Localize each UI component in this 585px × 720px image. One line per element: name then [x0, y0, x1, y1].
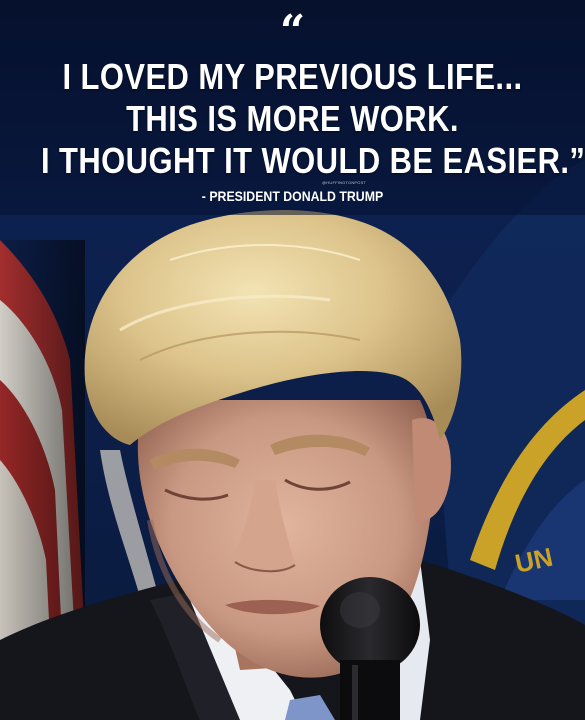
quote-image: UN “ I LOVED MY PREVIOUS LIFE... THIS IS…: [0, 0, 585, 720]
quote-line-3: I THOUGHT IT WOULD BE EASIER.”: [40, 140, 585, 181]
quote-line-2: THIS IS MORE WORK.: [126, 98, 459, 139]
watermark: @HUFFINGTONPOST: [322, 180, 367, 185]
opening-quote-mark: “: [279, 6, 306, 57]
quote-line-1: I LOVED MY PREVIOUS LIFE...: [62, 56, 523, 97]
quote-text: I LOVED MY PREVIOUS LIFE... THIS IS MORE…: [0, 56, 585, 182]
quote-attribution: - PRESIDENT DONALD TRUMP: [201, 188, 384, 204]
quote-block: “ I LOVED MY PREVIOUS LIFE... THIS IS MO…: [0, 0, 585, 215]
